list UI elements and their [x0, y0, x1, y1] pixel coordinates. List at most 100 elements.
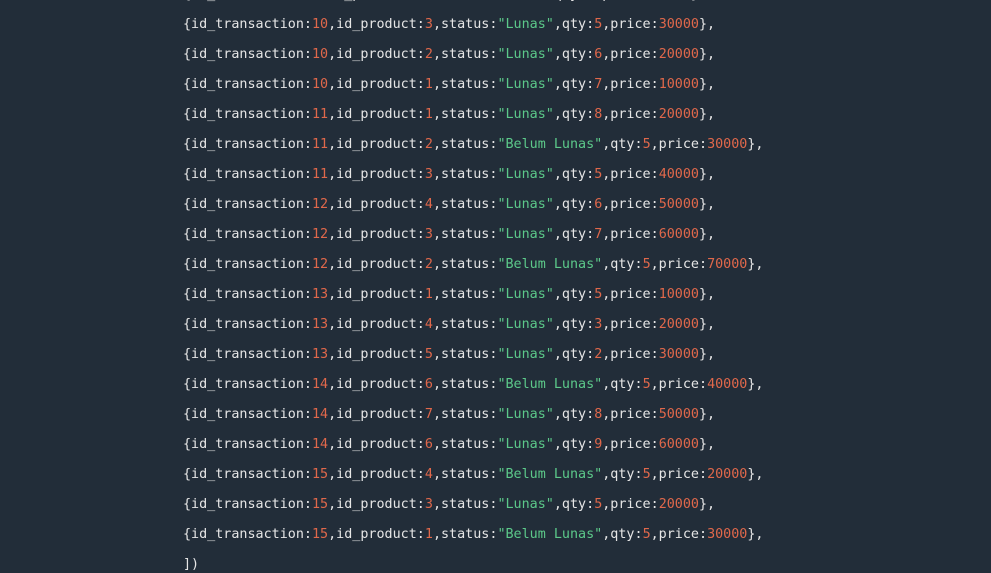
id-transaction-value: 12: [312, 197, 329, 212]
price-value: 20000: [658, 47, 699, 62]
id-transaction-value: 11: [312, 107, 329, 122]
price-value: 70000: [707, 257, 748, 272]
id-transaction-value: 13: [312, 347, 329, 362]
id-transaction-value: 15: [312, 467, 329, 482]
status-value: "Belum Lunas": [497, 467, 603, 482]
id-transaction-value: 15: [312, 497, 329, 512]
code-line: {id_transaction:14,id_product:7,status:"…: [183, 407, 716, 422]
id-product-value: 3: [424, 167, 433, 182]
id-transaction-value: 14: [312, 437, 329, 452]
status-value: "Lunas": [497, 347, 554, 362]
code-line: {id_transaction:10,id_product:2,status:"…: [183, 47, 716, 62]
code-editor: {id_transaction:9,id_product:1,status:"L…: [0, 0, 991, 573]
qty-value: 5: [642, 527, 651, 542]
price-value: 40000: [707, 377, 748, 392]
price-value: 20000: [658, 317, 699, 332]
id-product-value: 2: [424, 137, 433, 152]
price-value: 10000: [658, 77, 699, 92]
id-product-value: 3: [424, 17, 433, 32]
code-line: {id_transaction:13,id_product:1,status:"…: [183, 287, 716, 302]
price-value: 20000: [707, 467, 748, 482]
code-line: {id_transaction:10,id_product:3,status:"…: [183, 17, 716, 32]
qty-value: 5: [594, 287, 603, 302]
price-value: 20000: [658, 107, 699, 122]
code-line: {id_transaction:15,id_product:3,status:"…: [183, 497, 716, 512]
price-value: 30000: [658, 17, 699, 32]
id-product-value: 4: [424, 197, 433, 212]
price-value: 30000: [707, 137, 748, 152]
status-value: "Lunas": [497, 47, 554, 62]
price-value: 40000: [658, 167, 699, 182]
qty-value: 8: [594, 407, 603, 422]
code-line: {id_transaction:12,id_product:2,status:"…: [183, 257, 764, 272]
status-value: "Belum Lunas": [497, 527, 603, 542]
id-product-value: 6: [424, 377, 433, 392]
qty-value: 5: [594, 167, 603, 182]
qty-value: 5: [642, 137, 651, 152]
price-value: 60000: [658, 227, 699, 242]
code-line: {id_transaction:14,id_product:6,status:"…: [183, 377, 764, 392]
id-transaction-value: 12: [312, 227, 329, 242]
price-value: 30000: [707, 527, 748, 542]
qty-value: 8: [594, 107, 603, 122]
qty-value: 6: [594, 197, 603, 212]
id-product-value: 1: [424, 77, 433, 92]
id-transaction-value: 10: [312, 17, 329, 32]
code-line: {id_transaction:13,id_product:4,status:"…: [183, 317, 716, 332]
id-transaction-value: 11: [312, 137, 329, 152]
status-value: "Belum Lunas": [497, 137, 603, 152]
qty-value: 5: [642, 377, 651, 392]
qty-value: 7: [594, 77, 603, 92]
code-line: {id_transaction:11,id_product:2,status:"…: [183, 137, 764, 152]
status-value: "Lunas": [497, 107, 554, 122]
code-line: {id_transaction:12,id_product:4,status:"…: [183, 197, 716, 212]
id-transaction-value: 12: [312, 257, 329, 272]
code-line: {id_transaction:12,id_product:3,status:"…: [183, 227, 716, 242]
id-product-value: 1: [424, 287, 433, 302]
status-value: "Lunas": [497, 167, 554, 182]
price-value: 50000: [658, 197, 699, 212]
code-line: {id_transaction:14,id_product:6,status:"…: [183, 437, 716, 452]
qty-value: 7: [594, 227, 603, 242]
status-value: "Lunas": [497, 407, 554, 422]
id-transaction-value: 14: [312, 407, 329, 422]
price-value: 10000: [658, 287, 699, 302]
status-value: "Lunas": [497, 197, 554, 212]
id-product-value: 6: [424, 437, 433, 452]
code-line: {id_transaction:15,id_product:1,status:"…: [183, 527, 764, 542]
qty-value: 5: [594, 497, 603, 512]
qty-value: 5: [642, 257, 651, 272]
price-value: 20000: [658, 497, 699, 512]
qty-value: 5: [594, 17, 603, 32]
price-value: 50000: [658, 407, 699, 422]
id-product-value: 3: [424, 497, 433, 512]
price-value: 30000: [658, 347, 699, 362]
id-product-value: 2: [424, 47, 433, 62]
code-line: {id_transaction:11,id_product:1,status:"…: [183, 107, 716, 122]
id-product-value: 7: [424, 407, 433, 422]
status-value: "Belum Lunas": [497, 257, 603, 272]
code-block: {id_transaction:9,id_product:1,status:"L…: [183, 0, 764, 573]
code-line: {id_transaction:11,id_product:3,status:"…: [183, 167, 716, 182]
id-transaction-value: 14: [312, 377, 329, 392]
id-transaction-value: 11: [312, 167, 329, 182]
status-value: "Lunas": [497, 227, 554, 242]
code-line-closing: ]): [183, 557, 200, 572]
qty-value: 3: [594, 317, 603, 332]
status-value: "Lunas": [497, 437, 554, 452]
code-line: {id_transaction:15,id_product:4,status:"…: [183, 467, 764, 482]
id-product-value: 2: [424, 257, 433, 272]
status-value: "Lunas": [497, 77, 554, 92]
qty-value: 5: [642, 467, 651, 482]
id-transaction-value: 13: [312, 287, 329, 302]
id-transaction-value: 15: [312, 527, 329, 542]
document-list: {id_transaction:10,id_product:3,status:"…: [183, 10, 764, 550]
id-product-value: 1: [424, 527, 433, 542]
status-value: "Lunas": [497, 287, 554, 302]
code-line-clipped: {id_transaction:9,id_product:1,status:"L…: [183, 0, 764, 10]
qty-value: 2: [594, 347, 603, 362]
id-transaction-value: 10: [312, 47, 329, 62]
id-product-value: 4: [424, 467, 433, 482]
qty-value: 6: [594, 47, 603, 62]
status-value: "Lunas": [497, 17, 554, 32]
